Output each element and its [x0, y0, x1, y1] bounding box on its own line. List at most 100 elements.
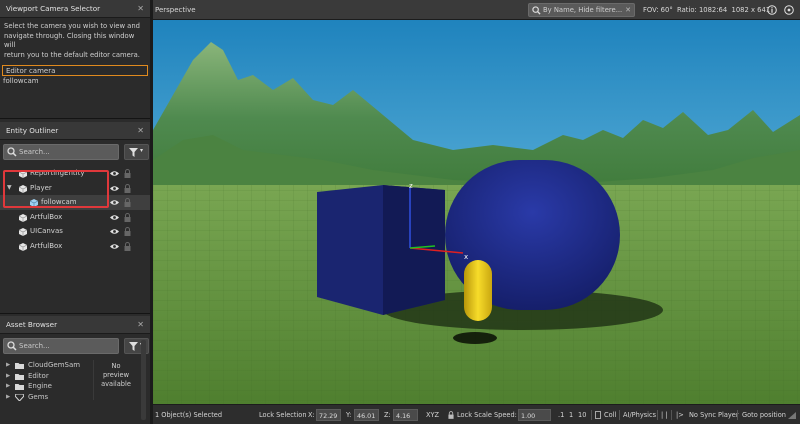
visibility-eye-icon[interactable] [110, 199, 119, 206]
entity-search-input[interactable] [19, 146, 115, 158]
asset-preview-divider[interactable] [93, 360, 94, 400]
camera-list: Editor camera followcam [0, 65, 150, 87]
lock-icon[interactable] [124, 227, 131, 237]
x-position-field[interactable]: 72.29 [316, 409, 341, 421]
entity-icon [19, 213, 27, 222]
lock-icon[interactable] [124, 212, 131, 222]
close-icon[interactable]: ✕ [137, 0, 144, 18]
entity-row[interactable]: ▼ Player [0, 181, 150, 196]
asset-folder[interactable]: ▶ Gems [0, 392, 150, 403]
z-label: Z: [384, 411, 391, 419]
z-position-field[interactable]: 4.16 [393, 409, 418, 421]
visibility-eye-icon[interactable] [110, 228, 119, 235]
lock-icon[interactable] [124, 241, 131, 251]
visibility-eye-icon[interactable] [110, 214, 119, 221]
entity-label: followcam [41, 198, 77, 207]
no-preview-text: No preview available [101, 362, 131, 388]
lock-icon[interactable] [124, 183, 131, 193]
viewport-search-box[interactable]: By Name, Hide filtere... ✕ [528, 3, 635, 17]
entity-label: ArtfulBox [30, 212, 63, 221]
expand-arrow-icon[interactable]: ▼ [7, 181, 12, 196]
close-icon[interactable]: ✕ [137, 316, 144, 334]
left-dock: Viewport Camera Selector ✕ Select the ca… [0, 0, 150, 424]
entity-outliner-title: Entity Outliner [6, 126, 59, 135]
resize-grip-icon[interactable] [788, 412, 796, 419]
expand-arrow-icon[interactable]: ▶ [6, 392, 10, 403]
pause-button[interactable]: | | [661, 405, 668, 424]
speed-field[interactable]: 1.00 [518, 409, 551, 421]
speed-preset-1[interactable]: 1 [569, 405, 573, 424]
entity-row[interactable]: followcam [0, 195, 150, 210]
asset-search-input[interactable] [19, 340, 115, 352]
camera-selector-description: Select the camera you wish to view and n… [4, 22, 140, 59]
entity-filter-button[interactable]: ▾ [124, 144, 149, 160]
filter-icon [129, 148, 138, 157]
camera-item-followcam[interactable]: followcam [0, 76, 150, 87]
asset-browser-title: Asset Browser [6, 320, 58, 329]
entity-search-box[interactable] [3, 144, 119, 160]
chevron-down-icon: ▾ [140, 147, 144, 154]
entity-outliner-panel: Entity Outliner ✕ ▾ ReportingEntity ▼ [0, 122, 150, 314]
xyz-toggle[interactable]: XYZ [426, 405, 439, 424]
entity-icon [19, 228, 27, 237]
asset-search-box[interactable] [3, 338, 119, 354]
fov-readout: FOV: 60° Ratio: 1082:64 1082 x 641 [643, 6, 771, 14]
speed-preset-10[interactable]: 10 [578, 405, 586, 424]
gem-icon [15, 393, 24, 401]
status-bar: 1 Object(s) Selected Lock Selection X: 7… [153, 404, 800, 424]
viewport-3d[interactable]: z x [153, 20, 800, 404]
lock-icon[interactable] [124, 198, 131, 208]
asset-scrollbar[interactable] [141, 340, 146, 420]
ai-physics-toggle[interactable]: AI/Physics [623, 405, 656, 424]
camera-item-editor-camera[interactable]: Editor camera [2, 65, 148, 76]
speed-preset-0.1[interactable]: .1 [558, 405, 564, 424]
viewport-camera-selector-panel: Viewport Camera Selector ✕ Select the ca… [0, 0, 150, 119]
lock-scale-button[interactable]: Lock Scale [457, 405, 492, 424]
close-icon[interactable]: ✕ [137, 122, 144, 140]
collision-toggle[interactable]: Coll [604, 405, 616, 424]
step-button[interactable]: |> [676, 405, 684, 424]
selection-count: 1 Object(s) Selected [155, 411, 223, 419]
entity-label: UICanvas [30, 227, 63, 236]
entity-icon [19, 242, 27, 251]
collision-icon [595, 411, 601, 419]
y-position-field[interactable]: 46.01 [354, 409, 379, 421]
lock-icon[interactable] [124, 169, 131, 178]
entity-icon [30, 199, 38, 208]
entity-row[interactable]: ArtfulBox [0, 239, 150, 254]
x-label: X: [308, 411, 315, 419]
viewport-toolbar: Perspective By Name, Hide filtere... ✕ F… [153, 0, 800, 20]
entity-label: ReportingEntity [30, 169, 85, 177]
search-icon [7, 147, 17, 157]
entity-icon [19, 170, 27, 178]
camera-selector-title: Viewport Camera Selector [6, 4, 101, 13]
expand-arrow-icon[interactable]: ▶ [6, 371, 10, 382]
close-icon[interactable]: ✕ [625, 4, 631, 16]
entity-row[interactable]: ReportingEntity [0, 166, 150, 181]
folder-icon [15, 363, 24, 369]
entity-row[interactable]: UICanvas [0, 224, 150, 239]
entity-icon [19, 184, 27, 193]
entity-label: ArtfulBox [30, 241, 63, 250]
settings-icon[interactable] [784, 5, 794, 15]
info-icon[interactable] [767, 5, 777, 15]
expand-arrow-icon[interactable]: ▶ [6, 360, 10, 371]
speed-label: Speed: [494, 411, 517, 419]
no-sync-player-button[interactable]: No Sync Player [689, 405, 739, 424]
scene-render: z x [153, 20, 800, 404]
expand-arrow-icon[interactable]: ▶ [6, 381, 10, 392]
viewport-search-placeholder: By Name, Hide filtere... [543, 6, 623, 14]
visibility-eye-icon[interactable] [110, 170, 119, 177]
search-icon [7, 341, 17, 351]
lock-icon[interactable] [448, 411, 454, 419]
x-axis-label: x [464, 253, 468, 261]
goto-position-button[interactable]: Goto position [742, 405, 786, 424]
folder-icon [15, 384, 24, 390]
visibility-eye-icon[interactable] [110, 185, 119, 192]
lock-selection-button[interactable]: Lock Selection [259, 405, 307, 424]
asset-browser-panel: Asset Browser ✕ ▾ ▶ CloudGemSam ▶ [0, 316, 150, 424]
search-icon [532, 6, 541, 15]
visibility-eye-icon[interactable] [110, 243, 119, 250]
z-axis-label: z [409, 182, 413, 190]
entity-row[interactable]: ArtfulBox [0, 210, 150, 225]
